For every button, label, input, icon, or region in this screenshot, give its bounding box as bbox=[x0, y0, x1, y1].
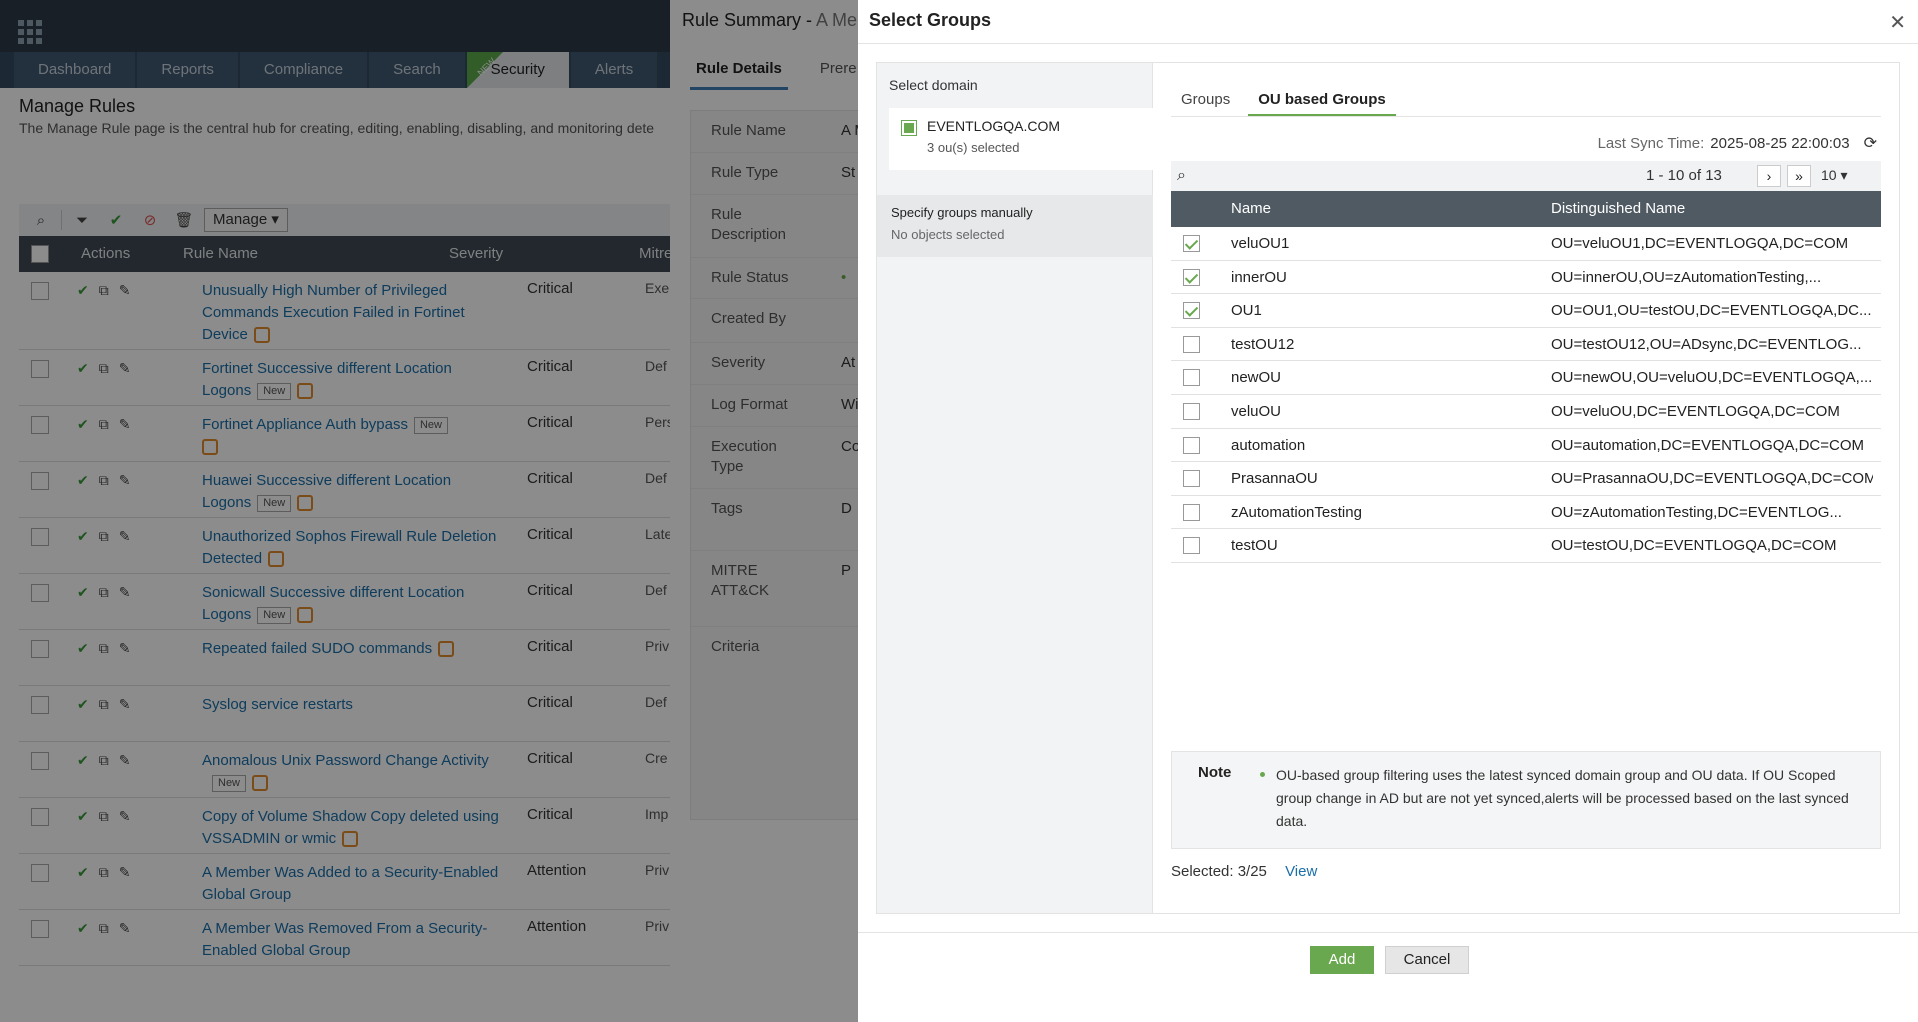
bullet-icon bbox=[1260, 772, 1265, 777]
table-row[interactable]: OU1 OU=OU1,OU=testOU,DC=EVENTLOGQA,DC... bbox=[1171, 294, 1881, 328]
table-row[interactable]: newOU OU=newOU,OU=veluOU,DC=EVENTLOGQA,..… bbox=[1171, 361, 1881, 395]
per-page-value: 10 bbox=[1821, 167, 1837, 183]
group-tabs: Groups OU based Groups bbox=[1171, 81, 1396, 117]
domain-name: EVENTLOGQA.COM bbox=[927, 118, 1061, 134]
ou-name: veluOU1 bbox=[1231, 235, 1290, 252]
table-row[interactable]: innerOU OU=innerOU,OU=zAutomationTesting,… bbox=[1171, 261, 1881, 295]
search-icon[interactable]: ⌕ bbox=[1177, 167, 1186, 185]
table-row[interactable]: testOU12 OU=testOU12,OU=ADsync,DC=EVENTLO… bbox=[1171, 328, 1881, 362]
groups-grid-body: veluOU1 OU=veluOU1,DC=EVENTLOGQA,DC=COM i… bbox=[1171, 227, 1881, 563]
row-checkbox[interactable] bbox=[1183, 369, 1200, 387]
row-checkbox[interactable] bbox=[1183, 470, 1200, 488]
sync-info: Last Sync Time: 2025-08-25 22:00:03 ⟳ bbox=[1598, 133, 1877, 153]
row-checkbox[interactable] bbox=[1183, 402, 1200, 420]
domain-checkbox[interactable] bbox=[901, 120, 917, 136]
modal-panel: Select domain EVENTLOGQA.COM 3 ou(s) sel… bbox=[876, 62, 1900, 914]
manual-subtitle: No objects selected bbox=[891, 227, 1005, 242]
table-row[interactable]: automation OU=automation,DC=EVENTLOGQA,DC… bbox=[1171, 429, 1881, 463]
ou-name: automation bbox=[1231, 436, 1306, 454]
ou-name: testOU bbox=[1231, 537, 1278, 555]
ou-dn: OU=automation,DC=EVENTLOGQA,DC=COM bbox=[1551, 436, 1865, 454]
ou-name: veluOU bbox=[1231, 402, 1282, 420]
last-page-button[interactable]: » bbox=[1787, 165, 1811, 187]
ou-dn: OU=OU1,OU=testOU,DC=EVENTLOGQA,DC... bbox=[1551, 302, 1872, 320]
groups-pane: Groups OU based Groups Last Sync Time: 2… bbox=[1153, 63, 1899, 913]
table-row[interactable]: veluOU1 OU=veluOU1,DC=EVENTLOGQA,DC=COM bbox=[1171, 227, 1881, 261]
col-name: Name bbox=[1231, 200, 1272, 217]
tab-ou-based-groups[interactable]: OU based Groups bbox=[1248, 81, 1396, 117]
col-distinguished-name: Distinguished Name bbox=[1551, 200, 1686, 217]
groups-grid-header: Name Distinguished Name bbox=[1171, 191, 1881, 227]
table-row[interactable]: PrasannaOU OU=PrasannaOU,DC=EVENTLOGQA,DC… bbox=[1171, 462, 1881, 496]
ou-dn: OU=testOU,DC=EVENTLOGQA,DC=COM bbox=[1551, 537, 1837, 555]
tabs-divider bbox=[1171, 116, 1881, 117]
ou-name: OU1 bbox=[1231, 302, 1262, 320]
selection-summary: Selected: 3/25 View bbox=[1171, 863, 1317, 880]
grid-toolbar: ⌕ 1 - 10 of 13 › » 10 ▾ bbox=[1171, 161, 1881, 191]
next-page-button[interactable]: › bbox=[1757, 165, 1781, 187]
cancel-button[interactable]: Cancel bbox=[1385, 946, 1469, 974]
ou-dn: OU=veluOU1,DC=EVENTLOGQA,DC=COM bbox=[1551, 235, 1849, 252]
ou-name: testOU12 bbox=[1231, 335, 1295, 353]
modal-divider bbox=[858, 43, 1918, 44]
page-range: 1 - 10 of 13 bbox=[1646, 167, 1722, 184]
modal-title: Select Groups bbox=[869, 10, 992, 30]
row-checkbox[interactable] bbox=[1183, 302, 1200, 320]
specify-groups-manually[interactable]: Specify groups manually No objects selec… bbox=[877, 195, 1153, 257]
ou-dn: OU=newOU,OU=veluOU,DC=EVENTLOGQA,... bbox=[1551, 369, 1873, 387]
row-checkbox[interactable] bbox=[1183, 268, 1200, 286]
tab-groups[interactable]: Groups bbox=[1171, 81, 1240, 117]
ou-dn: OU=innerOU,OU=zAutomationTesting,... bbox=[1551, 268, 1822, 286]
table-row[interactable]: veluOU OU=veluOU,DC=EVENTLOGQA,DC=COM bbox=[1171, 395, 1881, 429]
row-checkbox[interactable] bbox=[1183, 436, 1200, 454]
manual-title: Specify groups manually bbox=[891, 205, 1033, 220]
ou-name: zAutomationTesting bbox=[1231, 503, 1362, 521]
ou-name: PrasannaOU bbox=[1231, 470, 1318, 488]
row-checkbox[interactable] bbox=[1183, 503, 1200, 521]
close-icon[interactable]: ✕ bbox=[1889, 10, 1906, 35]
note-box: Note OU-based group filtering uses the l… bbox=[1171, 751, 1881, 849]
ou-dn: OU=PrasannaOU,DC=EVENTLOGQA,DC=COM bbox=[1551, 470, 1873, 488]
ou-dn: OU=zAutomationTesting,DC=EVENTLOG... bbox=[1551, 503, 1842, 521]
modal-backdrop[interactable] bbox=[0, 0, 858, 1022]
footer-divider bbox=[858, 932, 1918, 933]
row-checkbox[interactable] bbox=[1183, 537, 1200, 555]
ou-dn: OU=testOU12,OU=ADsync,DC=EVENTLOG... bbox=[1551, 335, 1862, 353]
selected-count: Selected: 3/25 bbox=[1171, 863, 1267, 880]
sync-label: Last Sync Time: bbox=[1597, 134, 1705, 152]
refresh-icon[interactable]: ⟳ bbox=[1864, 133, 1877, 153]
select-domain-label: Select domain bbox=[889, 77, 978, 93]
domain-item[interactable]: EVENTLOGQA.COM 3 ou(s) selected bbox=[889, 108, 1153, 170]
row-checkbox[interactable] bbox=[1183, 335, 1200, 353]
view-selected-link[interactable]: View bbox=[1285, 863, 1317, 880]
table-row[interactable]: zAutomationTesting OU=zAutomationTesting,… bbox=[1171, 496, 1881, 530]
note-label: Note bbox=[1198, 764, 1232, 781]
sync-time: 2025-08-25 22:00:03 bbox=[1710, 134, 1850, 152]
ou-dn: OU=veluOU,DC=EVENTLOGQA,DC=COM bbox=[1551, 402, 1840, 420]
table-row[interactable]: testOU OU=testOU,DC=EVENTLOGQA,DC=COM bbox=[1171, 529, 1881, 563]
add-button[interactable]: Add bbox=[1310, 946, 1374, 974]
ou-name: innerOU bbox=[1231, 268, 1287, 286]
select-groups-modal: Select Groups ✕ Select domain EVENTLOGQA… bbox=[858, 0, 1918, 1022]
row-checkbox[interactable] bbox=[1183, 235, 1200, 252]
note-text: OU-based group filtering uses the latest… bbox=[1276, 767, 1849, 829]
per-page-select[interactable]: 10 ▾ bbox=[1821, 167, 1848, 184]
domain-selection-count: 3 ou(s) selected bbox=[927, 140, 1020, 155]
ou-name: newOU bbox=[1231, 369, 1282, 387]
domain-pane: Select domain EVENTLOGQA.COM 3 ou(s) sel… bbox=[877, 63, 1153, 913]
